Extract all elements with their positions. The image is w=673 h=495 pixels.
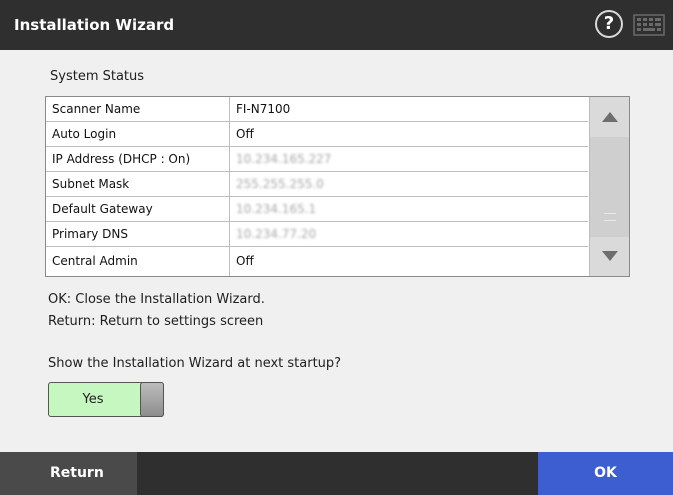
toggle-label: Yes xyxy=(82,392,104,407)
scroll-up-button[interactable] xyxy=(590,97,629,137)
table-row: Auto Login Off xyxy=(46,122,588,147)
scroll-thumb[interactable] xyxy=(590,137,629,237)
system-status-label: System Status xyxy=(50,69,145,84)
row-label: Subnet Mask xyxy=(46,172,230,196)
table-scrollbar[interactable] xyxy=(589,97,629,276)
table-row: Scanner Name FI-N7100 xyxy=(46,97,588,122)
arrow-down-icon xyxy=(602,251,618,261)
installation-wizard-window: Installation Wizard ? System Status Scan… xyxy=(0,0,673,495)
row-value: FI-N7100 xyxy=(236,102,291,116)
title-bar: Installation Wizard ? xyxy=(0,0,673,50)
help-icon[interactable]: ? xyxy=(595,10,623,38)
row-value: Off xyxy=(236,127,254,141)
table-row: Primary DNS 10.234.77.20 xyxy=(46,222,588,247)
row-label: Central Admin xyxy=(46,247,230,276)
return-hint-text: Return: Return to settings screen xyxy=(48,314,264,329)
table-row: IP Address (DHCP : On) 10.234.165.227 xyxy=(46,147,588,172)
ok-button[interactable]: OK xyxy=(538,452,673,495)
toggle-knob[interactable] xyxy=(140,382,164,417)
table-row: Default Gateway 10.234.165.1 xyxy=(46,197,588,222)
row-label: Primary DNS xyxy=(46,222,230,246)
arrow-up-icon xyxy=(602,112,618,122)
ok-hint-text: OK: Close the Installation Wizard. xyxy=(48,292,265,307)
row-label: IP Address (DHCP : On) xyxy=(46,147,230,171)
footer-bar: Return OK xyxy=(0,452,673,495)
row-value: 10.234.77.20 xyxy=(236,227,317,241)
row-label: Auto Login xyxy=(46,122,230,146)
row-value: Off xyxy=(236,254,254,268)
status-rows: Scanner Name FI-N7100 Auto Login Off IP … xyxy=(46,97,588,276)
show-at-startup-toggle[interactable]: Yes xyxy=(48,382,164,417)
grip-icon xyxy=(604,213,616,221)
row-value: 10.234.165.227 xyxy=(236,152,332,166)
scroll-down-button[interactable] xyxy=(590,237,629,276)
row-label: Scanner Name xyxy=(46,97,230,121)
system-status-table: Scanner Name FI-N7100 Auto Login Off IP … xyxy=(45,96,630,277)
row-label: Default Gateway xyxy=(46,197,230,221)
return-button[interactable]: Return xyxy=(0,452,137,495)
window-title: Installation Wizard xyxy=(14,16,175,34)
keyboard-icon[interactable] xyxy=(633,13,665,37)
row-value: 255.255.255.0 xyxy=(236,177,324,191)
table-row: Subnet Mask 255.255.255.0 xyxy=(46,172,588,197)
row-value: 10.234.165.1 xyxy=(236,202,317,216)
startup-question: Show the Installation Wizard at next sta… xyxy=(48,356,342,371)
table-row: Central Admin Off xyxy=(46,247,588,276)
